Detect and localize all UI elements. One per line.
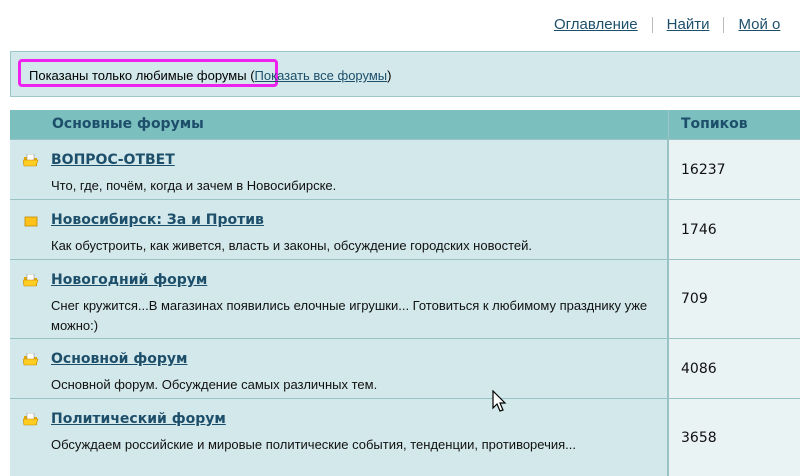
favorites-only-text: Показаны только любимые форумы [29, 68, 247, 83]
table-row: ВОПРОС-ОТВЕТ Что, где, почём, когда и зач… [10, 139, 800, 199]
show-all-forums-link[interactable]: Показать все форумы [255, 68, 388, 83]
forum-cell: ВОПРОС-ОТВЕТ Что, где, почём, когда и зач… [10, 140, 669, 199]
table-row: Основной форум Основной форум. Обсуждение… [10, 338, 800, 398]
forum-description: Что, где, почём, когда и зачем в Новосиб… [51, 178, 337, 193]
forum-cell: Политический форум Обсуждаем российские и… [10, 399, 669, 476]
forum-title-link[interactable]: ВОПРОС-ОТВЕТ [51, 152, 175, 168]
nav-search-link[interactable]: Найти [667, 16, 710, 33]
topics-count: 16237 [669, 140, 800, 199]
folder-open-icon [22, 411, 39, 426]
top-navigation: Оглавление Найти Мой о [554, 16, 780, 34]
forum-title-link[interactable]: Новосибирск: За и Против [51, 212, 264, 228]
forum-cell: Новогодний форум Снег кружится...В магази… [10, 260, 669, 338]
forum-description: Основной форум. Обсуждение самых различн… [51, 377, 378, 392]
forum-title-link[interactable]: Основной форум [51, 351, 187, 367]
nav-separator [651, 17, 653, 34]
forum-cell: Основной форум Основной форум. Обсуждение… [10, 339, 669, 398]
header-topics: Топиков [681, 116, 748, 132]
forum-cell: Новосибирск: За и Против Как обустроить, … [10, 200, 669, 259]
topics-count: 4086 [669, 339, 800, 398]
folder-icon [23, 212, 39, 227]
forum-title-link[interactable]: Новогодний форум [51, 272, 207, 288]
header-forums: Основные форумы [10, 110, 669, 139]
folder-open-icon [22, 351, 39, 366]
folder-open-icon [22, 152, 39, 167]
forum-title-link[interactable]: Политический форум [51, 411, 226, 427]
topics-count: 1746 [669, 200, 800, 259]
forum-description: Как обустроить, как живется, власть и за… [51, 238, 532, 253]
nav-my-link[interactable]: Мой о [738, 16, 780, 33]
favorites-info-box: Показаны только любимые форумы (Показать… [10, 51, 800, 97]
nav-contents-link[interactable]: Оглавление [554, 16, 638, 33]
forum-table: Основные форумы Топиков ВОПРОС-ОТВЕТ Что,… [10, 110, 800, 476]
topics-count: 709 [669, 260, 800, 338]
paren-close: ) [387, 68, 392, 83]
folder-open-icon [22, 272, 39, 287]
forum-description: Обсуждаем российские и мировые политичес… [51, 437, 576, 452]
table-header: Основные форумы Топиков [10, 110, 800, 139]
nav-separator [723, 17, 725, 34]
table-row: Новогодний форум Снег кружится...В магази… [10, 259, 800, 338]
topics-count: 3658 [669, 399, 800, 476]
table-row: Новосибирск: За и Против Как обустроить, … [10, 199, 800, 259]
forum-description: Снег кружится...В магазинах появились ел… [51, 298, 648, 333]
table-row: Политический форум Обсуждаем российские и… [10, 398, 800, 476]
mouse-cursor-icon [492, 390, 507, 412]
